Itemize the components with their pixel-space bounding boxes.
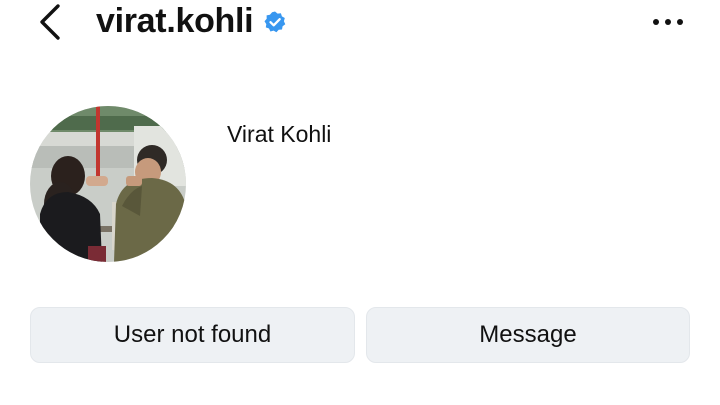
username-text: virat.kohli <box>96 2 254 40</box>
display-name: Virat Kohli <box>227 121 332 147</box>
profile-avatar[interactable] <box>30 106 186 262</box>
username-heading: virat.kohli <box>96 1 287 41</box>
verified-badge-icon <box>264 11 286 33</box>
profile-header: virat.kohli <box>0 0 720 48</box>
more-options-button[interactable] <box>648 10 688 34</box>
chevron-left-icon <box>40 4 60 40</box>
message-button[interactable]: Message <box>366 307 690 363</box>
user-not-found-button[interactable]: User not found <box>30 307 355 363</box>
back-button[interactable] <box>34 2 68 42</box>
more-horizontal-icon <box>653 19 683 25</box>
profile-photo <box>30 106 186 262</box>
